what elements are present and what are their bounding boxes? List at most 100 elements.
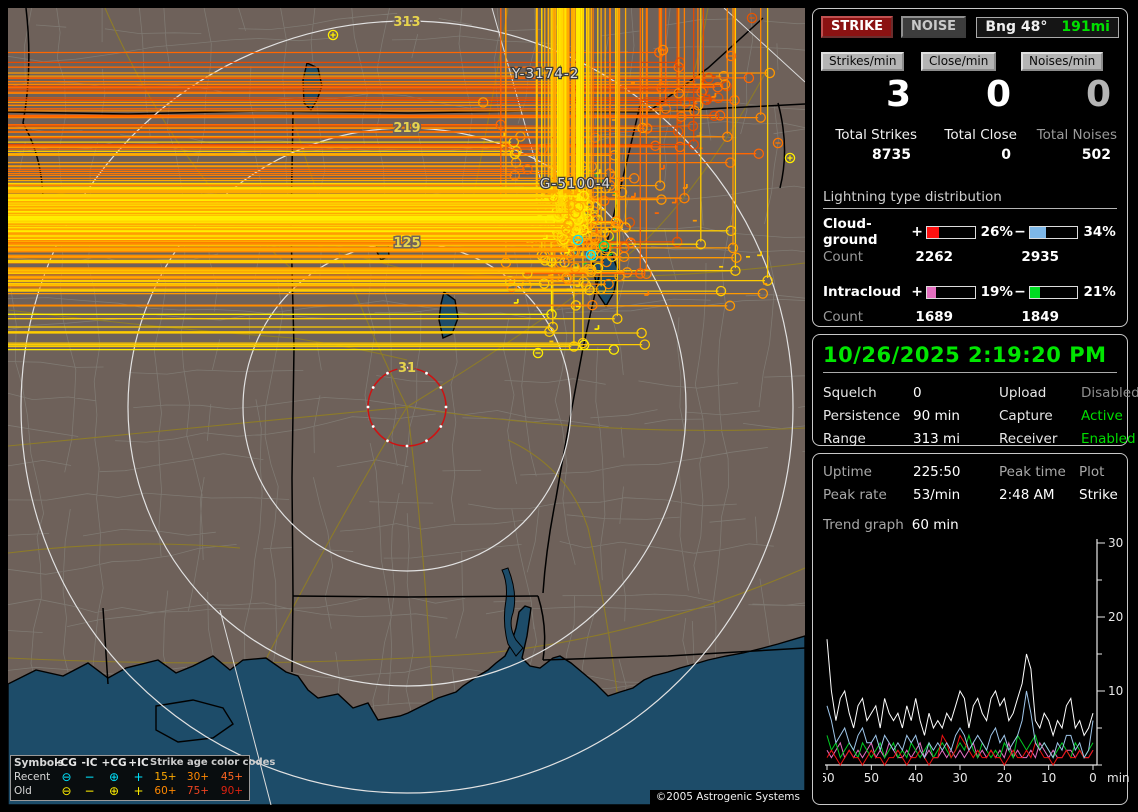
close-per-min-chip: Close/min: [921, 52, 997, 71]
age-code-15: 15+: [154, 771, 177, 783]
svg-text:30: 30: [1108, 537, 1123, 550]
svg-text:20: 20: [997, 771, 1012, 785]
uptime-value: 225:50: [913, 464, 961, 480]
strikes-per-min-chip: Strikes/min: [821, 52, 905, 71]
ic-minus-count: 1849: [1021, 309, 1059, 325]
age-code-30: 30+: [186, 771, 210, 783]
recent-ic-minus-icon: −: [84, 770, 95, 784]
capture-label: Capture: [999, 408, 1053, 424]
noises-per-min-column: Noises/min 0 Total Noises 502: [1021, 50, 1121, 163]
svg-text:40: 40: [908, 771, 923, 785]
ic-plus-count: 1689: [915, 309, 953, 325]
ic-minus-sign: −: [1014, 284, 1026, 300]
legend-row-old-label: Old: [14, 785, 32, 797]
cg-minus-count: 2935: [1021, 249, 1059, 265]
distribution-title: Lightning type distribution: [823, 189, 1117, 209]
bearing-value: Bng 48°: [985, 18, 1048, 35]
ring-label-219: 219: [393, 121, 420, 136]
trend-box: Uptime 225:50 Peak time Plot Peak rate 5…: [812, 453, 1130, 805]
strikes-per-min-column: Strikes/min 3 Total Strikes 8735: [821, 50, 921, 163]
recent-ic-plus-icon: +: [133, 770, 144, 784]
receiver-label: Receiver: [999, 431, 1058, 447]
total-strikes-label: Total Strikes: [835, 127, 917, 143]
noises-per-min-value: 0: [1085, 74, 1111, 115]
intracloud-label: Intracloud: [823, 284, 902, 300]
legend-symbols-title: Symbols: [14, 757, 64, 769]
map-svg: 313 219 125 31 Y-3174-2 G-5100-4: [8, 8, 805, 805]
range-label: Range: [823, 431, 866, 447]
svg-text:0: 0: [1089, 771, 1097, 785]
cg-plus-bar: [925, 225, 976, 239]
receiver-status: Enabled: [1081, 431, 1136, 447]
plot-value: Strike: [1079, 487, 1118, 503]
ic-minus-percent: 21%: [1083, 284, 1116, 300]
recent-cg-minus-icon: ⊖: [61, 770, 72, 784]
bearing-display: Bng 48° 191mi: [976, 16, 1119, 38]
storm-label-g5100: G-5100-4: [540, 176, 611, 192]
storm-label-y3174: Y-3174-2: [511, 66, 579, 82]
cg-minus-percent: 34%: [1083, 224, 1116, 240]
ring-label-313: 313: [393, 15, 420, 30]
legend-row-recent-label: Recent: [14, 771, 51, 783]
plot-label: Plot: [1079, 464, 1105, 480]
ic-plus-bar: [925, 285, 976, 299]
recent-cg-plus-icon: ⊕: [108, 770, 120, 784]
cg-plus-sign: +: [911, 224, 923, 240]
legend-col-cg-minus: -CG: [56, 757, 77, 769]
trend-graph-label: Trend graph: [823, 517, 904, 533]
peak-time-value: 2:48 AM: [999, 487, 1055, 503]
capture-status: Active: [1081, 408, 1123, 424]
map-canvas[interactable]: 313 219 125 31 Y-3174-2 G-5100-4 Symbols…: [8, 8, 805, 805]
total-close-label: Total Close: [944, 127, 1017, 143]
old-cg-plus-icon: ⊕: [108, 784, 120, 798]
noises-per-min-chip: Noises/min: [1021, 52, 1104, 71]
total-noises-value: 502: [1081, 147, 1111, 163]
copyright-text: ©2005 Astrogenic Systems: [649, 790, 805, 805]
peak-rate-label: Peak rate: [823, 487, 887, 503]
svg-text:10: 10: [1108, 684, 1123, 698]
ring-label-125: 125: [393, 236, 420, 251]
strike-symbol-legend: Symbols -CG -IC +CG +IC Strike age color…: [10, 755, 275, 801]
ic-plus-sign: +: [911, 284, 923, 300]
age-code-75: 75+: [186, 785, 210, 797]
total-strikes-value: 8735: [872, 147, 911, 163]
svg-text:10: 10: [1041, 771, 1056, 785]
svg-text:30: 30: [952, 771, 967, 785]
cg-minus-bar: [1028, 225, 1079, 239]
squelch-value: 0: [913, 385, 922, 401]
close-per-min-column: Close/min 0 Total Close 0: [921, 50, 1021, 163]
cg-count-label: Count: [823, 249, 864, 265]
total-noises-label: Total Noises: [1036, 127, 1117, 143]
peak-time-label: Peak time: [999, 464, 1066, 480]
old-ic-minus-icon: −: [84, 784, 95, 798]
range-value: 313 mi: [913, 431, 960, 447]
squelch-label: Squelch: [823, 385, 877, 401]
peak-rate-value: 53/min: [913, 487, 961, 503]
old-cg-minus-icon: ⊖: [61, 784, 72, 798]
strikes-per-min-value: 3: [885, 74, 911, 115]
ic-minus-bar: [1028, 285, 1079, 299]
bearing-distance: 191mi: [1061, 18, 1110, 35]
datetime-display: 10/26/2025 2:19:20 PM: [823, 343, 1117, 373]
age-code-60: 60+: [154, 785, 177, 797]
legend-col-cg-plus: +CG: [101, 757, 127, 769]
age-code-90: 90+: [220, 785, 244, 797]
strike-button[interactable]: STRIKE: [821, 16, 894, 38]
total-close-value: 0: [1001, 147, 1011, 163]
uptime-label: Uptime: [823, 464, 872, 480]
svg-text:60: 60: [823, 771, 835, 785]
right-panel: STRIKE NOISE Bng 48° 191mi Strikes/min 3…: [812, 8, 1138, 805]
noise-button[interactable]: NOISE: [901, 16, 967, 38]
persistence-value: 90 min: [913, 408, 960, 424]
svg-text:50: 50: [864, 771, 879, 785]
ic-plus-percent: 19%: [980, 284, 1013, 300]
svg-text:min: min: [1107, 771, 1129, 785]
trend-window-value: 60 min: [911, 517, 959, 533]
lightning-type-distribution: Lightning type distribution Cloud-ground…: [813, 163, 1127, 325]
datetime-settings-box: 10/26/2025 2:19:20 PM Squelch 0 Upload D…: [812, 334, 1138, 447]
ic-count-label: Count: [823, 309, 864, 325]
cg-plus-percent: 26%: [980, 224, 1013, 240]
persistence-label: Persistence: [823, 408, 901, 424]
cg-minus-sign: −: [1014, 224, 1026, 240]
age-code-45: 45+: [220, 771, 244, 783]
